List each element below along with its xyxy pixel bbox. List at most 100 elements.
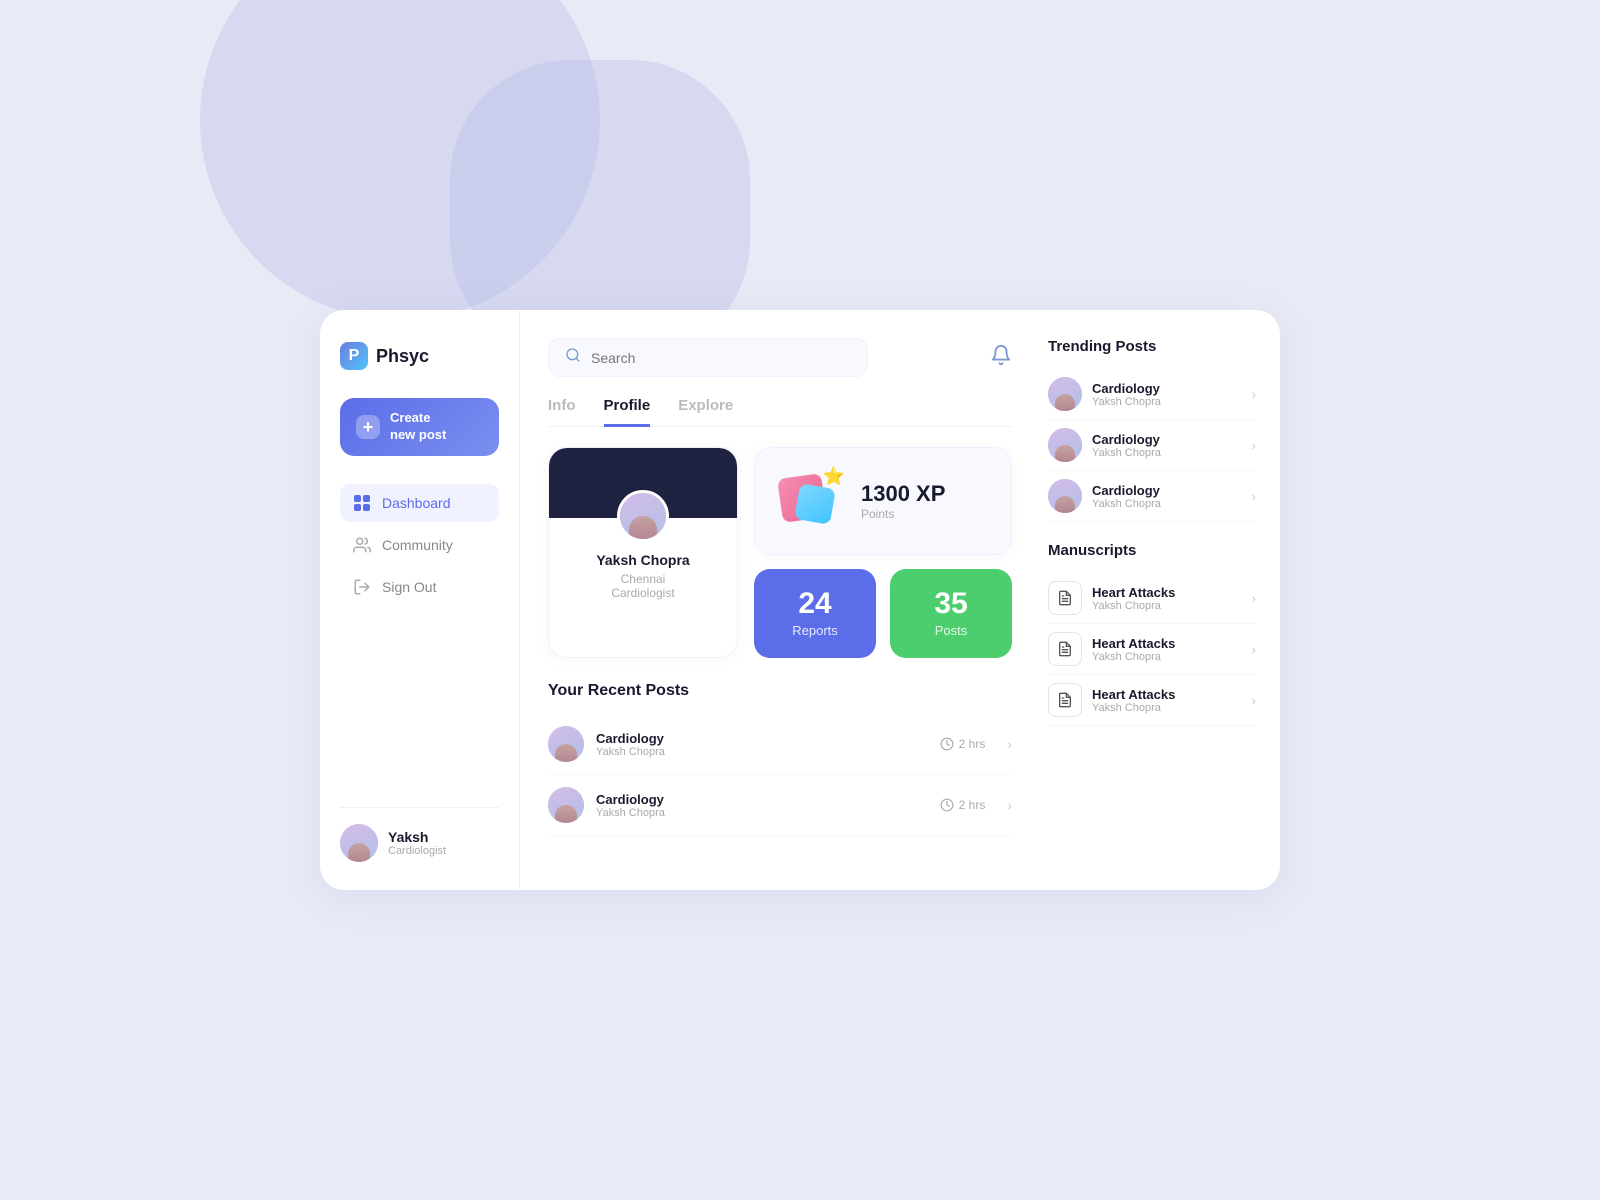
profile-grid: Yaksh Chopra Chennai Cardiologist ⭐ — [548, 447, 1012, 658]
post-time-val-1: 2 hrs — [959, 737, 986, 751]
profile-specialty: Cardiologist — [549, 586, 737, 600]
trending-author-3: Yaksh Chopra — [1092, 498, 1242, 510]
sidebar-item-community[interactable]: Community — [340, 526, 499, 564]
manuscript-icon-2 — [1048, 632, 1082, 666]
profile-location: Chennai — [549, 572, 737, 586]
xp-label: Points — [861, 507, 945, 521]
app-card: P Phsyc + Createnew post Dashboard — [320, 310, 1280, 890]
create-button-label: Createnew post — [390, 410, 446, 444]
signout-icon — [352, 577, 372, 597]
post-chevron-1: › — [1007, 736, 1012, 752]
app-logo-icon: P — [340, 342, 368, 370]
manuscript-chevron-2: › — [1252, 642, 1256, 657]
manuscript-author-1: Yaksh Chopra — [1092, 600, 1242, 612]
sidebar-item-dashboard[interactable]: Dashboard — [340, 484, 499, 522]
post-avatar-2 — [548, 787, 584, 823]
trending-title-1: Cardiology — [1092, 381, 1242, 396]
stats-row: 24 Reports 35 Posts — [754, 569, 1012, 658]
reports-number: 24 — [798, 589, 831, 619]
sidebar-user: Yaksh Cardiologist — [340, 807, 499, 862]
trending-author-1: Yaksh Chopra — [1092, 396, 1242, 408]
post-avatar-1 — [548, 726, 584, 762]
sidebar-user-info: Yaksh Cardiologist — [388, 829, 446, 857]
trending-posts-title: Trending Posts — [1048, 338, 1256, 355]
xp-card: ⭐ 1300 XP Points — [754, 447, 1012, 555]
trending-info-3: Cardiology Yaksh Chopra — [1092, 483, 1242, 510]
trending-author-2: Yaksh Chopra — [1092, 447, 1242, 459]
create-new-post-button[interactable]: + Createnew post — [340, 398, 499, 456]
tab-info[interactable]: Info — [548, 397, 576, 427]
post-time-1: 2 hrs — [940, 737, 986, 751]
post-time-2: 2 hrs — [940, 798, 986, 812]
logo-letter: P — [349, 347, 360, 365]
manuscript-icon-3 — [1048, 683, 1082, 717]
manuscript-item-3[interactable]: Heart Attacks Yaksh Chopra › — [1048, 675, 1256, 726]
profile-avatar-wrap — [549, 490, 737, 542]
manuscript-info-3: Heart Attacks Yaksh Chopra — [1092, 687, 1242, 714]
trending-title-3: Cardiology — [1092, 483, 1242, 498]
dashboard-icon — [352, 493, 372, 513]
sidebar-item-signout[interactable]: Sign Out — [340, 568, 499, 606]
search-bar[interactable] — [548, 338, 868, 377]
trending-title-2: Cardiology — [1092, 432, 1242, 447]
manuscript-title-3: Heart Attacks — [1092, 687, 1242, 702]
trending-info-2: Cardiology Yaksh Chopra — [1092, 432, 1242, 459]
recent-posts: Your Recent Posts Cardiology Yaksh Chopr… — [548, 682, 1012, 836]
sections-wrap: Info Profile Explore Yaksh Chopra Chenna… — [520, 310, 1280, 890]
trending-chevron-3: › — [1252, 489, 1256, 504]
manuscript-chevron-3: › — [1252, 693, 1256, 708]
post-title-1: Cardiology — [596, 731, 928, 746]
profile-card: Yaksh Chopra Chennai Cardiologist — [548, 447, 738, 658]
sidebar-item-community-label: Community — [382, 537, 453, 553]
xp-value: 1300 XP — [861, 481, 945, 507]
trending-avatar-1 — [1048, 377, 1082, 411]
manuscript-item-1[interactable]: Heart Attacks Yaksh Chopra › — [1048, 573, 1256, 624]
search-input[interactable] — [591, 350, 851, 366]
tab-profile[interactable]: Profile — [604, 397, 651, 427]
trending-chevron-1: › — [1252, 387, 1256, 402]
manuscript-icon-1 — [1048, 581, 1082, 615]
post-title-2: Cardiology — [596, 792, 928, 807]
sidebar-item-dashboard-label: Dashboard — [382, 495, 451, 511]
posts-number: 35 — [934, 589, 967, 619]
posts-label: Posts — [935, 623, 968, 638]
post-author-1: Yaksh Chopra — [596, 746, 928, 758]
tabs: Info Profile Explore — [548, 397, 1012, 427]
nav-items: Dashboard Community — [340, 484, 499, 791]
notification-bell-icon[interactable] — [990, 344, 1012, 372]
trending-info-1: Cardiology Yaksh Chopra — [1092, 381, 1242, 408]
manuscript-info-1: Heart Attacks Yaksh Chopra — [1092, 585, 1242, 612]
manuscript-item-2[interactable]: Heart Attacks Yaksh Chopra › — [1048, 624, 1256, 675]
right-panel: Trending Posts Cardiology Yaksh Chopra ›… — [1040, 310, 1280, 890]
sidebar: P Phsyc + Createnew post Dashboard — [320, 310, 520, 890]
stat-card-posts: 35 Posts — [890, 569, 1012, 658]
sidebar-user-avatar — [340, 824, 378, 862]
reports-label: Reports — [792, 623, 838, 638]
post-author-2: Yaksh Chopra — [596, 807, 928, 819]
profile-avatar — [617, 490, 669, 542]
xp-info: 1300 XP Points — [861, 481, 945, 521]
post-info-2: Cardiology Yaksh Chopra — [596, 792, 928, 819]
trending-item-1[interactable]: Cardiology Yaksh Chopra › — [1048, 369, 1256, 420]
manuscript-author-3: Yaksh Chopra — [1092, 702, 1242, 714]
post-item-2[interactable]: Cardiology Yaksh Chopra 2 hrs › — [548, 775, 1012, 836]
recent-posts-title: Your Recent Posts — [548, 682, 1012, 700]
community-icon — [352, 535, 372, 555]
manuscript-title-1: Heart Attacks — [1092, 585, 1242, 600]
manuscripts-title: Manuscripts — [1048, 542, 1256, 559]
tab-explore[interactable]: Explore — [678, 397, 733, 427]
app-logo-text: Phsyc — [376, 346, 429, 367]
manuscript-chevron-1: › — [1252, 591, 1256, 606]
trending-chevron-2: › — [1252, 438, 1256, 453]
sidebar-user-role: Cardiologist — [388, 845, 446, 857]
main-content: Info Profile Explore Yaksh Chopra Chenna… — [520, 310, 1040, 890]
stat-card-reports: 24 Reports — [754, 569, 876, 658]
trending-avatar-3 — [1048, 479, 1082, 513]
post-chevron-2: › — [1007, 797, 1012, 813]
post-info-1: Cardiology Yaksh Chopra — [596, 731, 928, 758]
post-item[interactable]: Cardiology Yaksh Chopra 2 hrs › — [548, 714, 1012, 775]
logo-row: P Phsyc — [340, 342, 499, 370]
xp-illustration: ⭐ — [775, 466, 845, 536]
trending-item-3[interactable]: Cardiology Yaksh Chopra › — [1048, 471, 1256, 522]
trending-item-2[interactable]: Cardiology Yaksh Chopra › — [1048, 420, 1256, 471]
